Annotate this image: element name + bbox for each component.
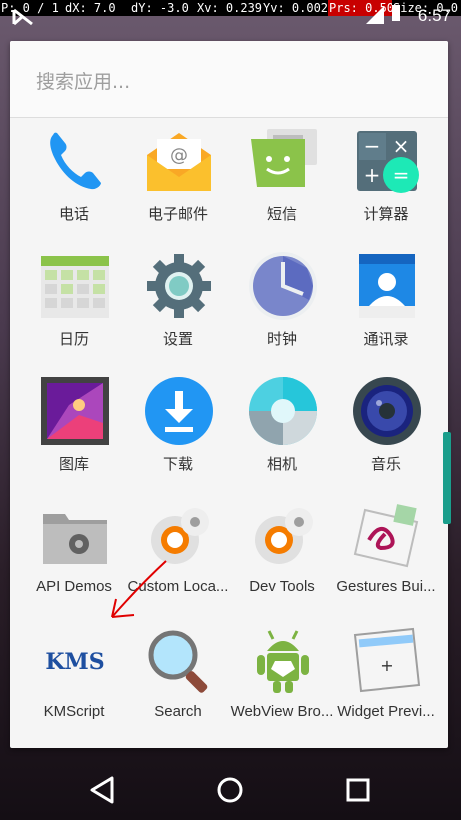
app-label: 日历 — [58, 331, 89, 348]
app-gestures-builder[interactable]: Gestures Bui... — [334, 492, 438, 617]
app-label: KMScript — [43, 703, 105, 720]
camera-icon — [249, 377, 317, 445]
app-label: 图库 — [58, 456, 89, 473]
gallery-icon — [41, 377, 109, 445]
app-label: Search — [154, 703, 202, 720]
clock-icon — [249, 252, 317, 320]
scrollbar-handle[interactable] — [443, 432, 451, 524]
webview-browser-icon — [257, 630, 309, 693]
calculator-icon: − × + = — [357, 131, 419, 193]
app-label: Dev Tools — [249, 578, 315, 595]
app-label: 计算器 — [363, 206, 409, 223]
email-icon: @ — [147, 133, 211, 191]
home-icon[interactable] — [190, 760, 270, 820]
phone-icon — [50, 132, 101, 190]
app-drawer: 搜索应用... 电话 @ 电子邮件 短信 − × + = 计算器 日历 设置 时… — [10, 41, 448, 748]
app-label: 音乐 — [370, 456, 401, 473]
svg-text:=: = — [393, 163, 410, 187]
app-widget-preview[interactable]: + Widget Previ... — [334, 617, 438, 742]
app-settings[interactable]: 设置 — [126, 242, 230, 367]
app-clock[interactable]: 时钟 — [230, 242, 334, 367]
pointer-xv: Xv: 0.239 — [197, 1, 262, 15]
clock-time: 6:57 — [417, 6, 451, 25]
app-label: 短信 — [266, 206, 297, 223]
app-label: 电话 — [58, 206, 89, 223]
app-phone[interactable]: 电话 — [22, 117, 126, 242]
app-label: WebView Bro... — [230, 703, 334, 720]
app-email[interactable]: @ 电子邮件 — [126, 117, 230, 242]
settings-icon — [147, 254, 211, 318]
svg-text:×: × — [393, 134, 410, 158]
app-label: Widget Previ... — [337, 703, 435, 720]
svg-text:+: + — [380, 656, 393, 675]
messaging-icon — [251, 129, 317, 187]
app-label: 时钟 — [266, 331, 297, 348]
widget-preview-icon: + — [353, 627, 421, 693]
navigation-bar — [0, 760, 461, 820]
app-label: 设置 — [162, 331, 193, 348]
music-icon — [353, 377, 421, 445]
gestures-builder-icon — [353, 504, 419, 568]
app-music[interactable]: 音乐 — [334, 367, 438, 492]
contacts-icon — [359, 254, 415, 318]
signal-icon — [366, 6, 384, 24]
app-label: 相机 — [266, 456, 297, 473]
app-dev-tools[interactable]: Dev Tools — [230, 492, 334, 617]
dev-tools-icon — [255, 508, 313, 564]
svg-text:+: + — [364, 163, 381, 187]
app-label: 下载 — [162, 456, 193, 473]
app-downloads[interactable]: 下载 — [126, 367, 230, 492]
recents-icon[interactable] — [318, 760, 398, 820]
app-contacts[interactable]: 通讯录 — [334, 242, 438, 367]
svg-text:KMS: KMS — [45, 649, 104, 675]
annotation-arrow-icon — [111, 560, 167, 618]
svg-text:@: @ — [170, 145, 188, 166]
pointer-yv: Yv: 0.002 — [263, 1, 328, 15]
svg-text:−: − — [364, 134, 381, 158]
status-bar: P: 0 / 1 dX: 7.0 dY: -3.0 Xv: 0.239 Yv: … — [0, 0, 461, 30]
app-webview-browser[interactable]: WebView Bro... — [230, 617, 334, 742]
app-camera[interactable]: 相机 — [230, 367, 334, 492]
battery-icon — [392, 5, 400, 21]
app-label: Gestures Bui... — [336, 578, 436, 595]
notification-icon — [12, 8, 33, 26]
app-messaging[interactable]: 短信 — [230, 117, 334, 242]
search-bar[interactable]: 搜索应用... — [10, 41, 448, 118]
back-icon[interactable] — [62, 760, 142, 820]
calendar-icon — [41, 256, 109, 318]
search-input[interactable]: 搜索应用... — [36, 67, 130, 94]
pointer-dx: dX: 7.0 — [65, 1, 116, 15]
app-calculator[interactable]: − × + = 计算器 — [334, 117, 438, 242]
app-calendar[interactable]: 日历 — [22, 242, 126, 367]
download-icon — [145, 377, 213, 445]
pointer-dy: dY: -3.0 — [131, 1, 189, 15]
app-label: 通讯录 — [363, 331, 409, 348]
app-gallery[interactable]: 图库 — [22, 367, 126, 492]
app-label: 电子邮件 — [147, 206, 208, 223]
